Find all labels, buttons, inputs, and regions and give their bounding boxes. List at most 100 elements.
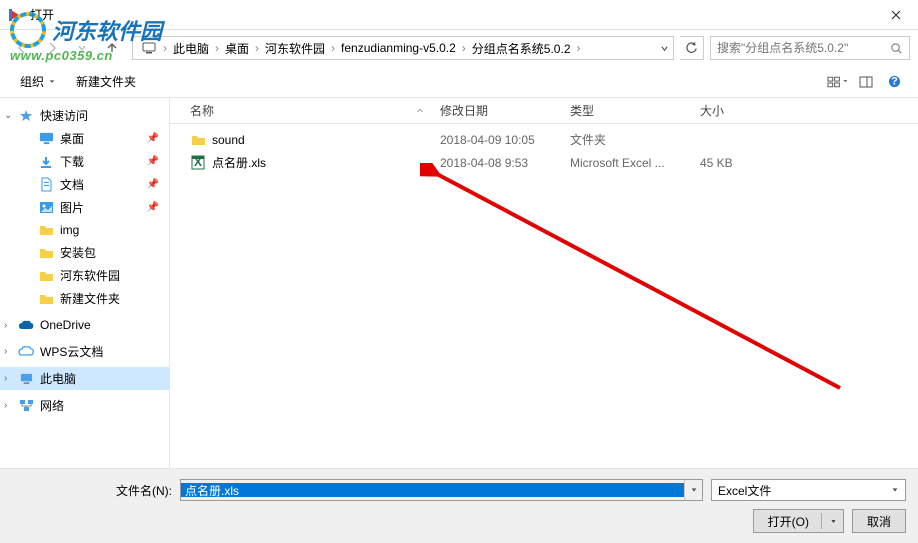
chevron-down-icon[interactable]	[660, 44, 669, 53]
sidebar-item-downloads[interactable]: 下载📌	[0, 150, 169, 173]
sidebar-network[interactable]: › 网络	[0, 394, 169, 417]
close-button[interactable]	[873, 0, 918, 30]
breadcrumb-sep-icon: ›	[161, 41, 169, 55]
crumb-desktop[interactable]: 桌面	[221, 40, 253, 57]
column-headers: 名称 修改日期 类型 大小	[170, 98, 918, 124]
chevron-down-icon	[830, 518, 837, 525]
file-name: 点名册.xls	[212, 154, 266, 171]
collapse-icon: ⌄	[4, 110, 12, 121]
chevron-down-icon	[48, 78, 56, 86]
file-date: 2018-04-08 9:53	[432, 156, 562, 170]
file-row[interactable]: X 点名册.xls 2018-04-08 9:53 Microsoft Exce…	[170, 151, 918, 174]
star-icon	[18, 108, 34, 124]
help-button[interactable]: ?	[882, 72, 906, 92]
filename-label: 文件名(N):	[12, 482, 172, 499]
pin-icon: 📌	[147, 156, 159, 167]
sidebar-item-install[interactable]: 安装包	[0, 241, 169, 264]
col-header-name[interactable]: 名称	[182, 102, 432, 119]
refresh-icon	[685, 42, 698, 55]
filename-combo[interactable]	[180, 479, 703, 501]
expand-icon: ›	[4, 320, 7, 331]
sidebar-item-documents[interactable]: 文档📌	[0, 173, 169, 196]
filter-combo[interactable]: Excel文件	[711, 479, 906, 501]
excel-icon: X	[190, 155, 206, 171]
file-size: 45 KB	[692, 156, 772, 170]
search-icon	[890, 42, 903, 55]
file-date: 2018-04-09 10:05	[432, 133, 562, 147]
recent-button[interactable]	[68, 36, 96, 60]
expand-icon: ›	[4, 373, 7, 384]
download-icon	[38, 154, 54, 170]
crumb-folder3[interactable]: 分组点名系统5.0.2	[468, 40, 575, 57]
sidebar: ⌄ 快速访问 桌面📌 下载📌 文档📌 图片📌 i	[0, 98, 170, 468]
preview-pane-button[interactable]	[854, 72, 878, 92]
sidebar-item-img[interactable]: img	[0, 219, 169, 241]
pin-icon: 📌	[147, 133, 159, 144]
sidebar-wps[interactable]: › WPS云文档	[0, 340, 169, 363]
arrow-right-icon	[45, 41, 59, 55]
expand-icon: ›	[4, 400, 7, 411]
col-header-type[interactable]: 类型	[562, 102, 692, 119]
back-button[interactable]	[8, 36, 36, 60]
document-icon	[38, 177, 54, 193]
arrow-left-icon	[15, 41, 29, 55]
onedrive-icon	[18, 317, 34, 333]
sidebar-quick-access[interactable]: ⌄ 快速访问	[0, 104, 169, 127]
crumb-folder2[interactable]: fenzudianming-v5.0.2	[337, 41, 460, 55]
file-row[interactable]: sound 2018-04-09 10:05 文件夹	[170, 128, 918, 151]
window-title: 打开	[30, 6, 873, 23]
col-header-size[interactable]: 大小	[692, 102, 772, 119]
sidebar-item-hedong[interactable]: 河东软件园	[0, 264, 169, 287]
crumb-folder1[interactable]: 河东软件园	[261, 40, 329, 57]
toolbar: 组织 新建文件夹 ?	[0, 66, 918, 98]
picture-icon	[38, 200, 54, 216]
svg-text:?: ?	[891, 75, 898, 87]
refresh-button[interactable]	[680, 36, 704, 60]
folder-icon	[38, 245, 54, 261]
sidebar-item-pictures[interactable]: 图片📌	[0, 196, 169, 219]
view-options-button[interactable]	[826, 72, 850, 92]
folder-icon	[38, 268, 54, 284]
footer: 文件名(N): Excel文件 打开(O) 取消	[0, 468, 918, 543]
new-folder-button[interactable]: 新建文件夹	[68, 69, 144, 94]
up-button[interactable]	[98, 36, 126, 60]
file-name: sound	[212, 133, 245, 147]
pc-icon	[141, 41, 157, 55]
expand-icon: ›	[4, 346, 7, 357]
close-icon	[891, 10, 901, 20]
search-box[interactable]	[710, 36, 910, 60]
folder-icon	[38, 291, 54, 307]
network-icon	[18, 398, 34, 414]
folder-icon	[190, 132, 206, 148]
sidebar-onedrive[interactable]: › OneDrive	[0, 314, 169, 336]
cancel-button[interactable]: 取消	[852, 509, 906, 533]
crumb-thispc[interactable]: 此电脑	[169, 40, 213, 57]
file-type: 文件夹	[562, 131, 692, 148]
col-header-date[interactable]: 修改日期	[432, 102, 562, 119]
sidebar-thispc[interactable]: › 此电脑	[0, 367, 169, 390]
app-icon	[8, 7, 24, 23]
sidebar-item-desktop[interactable]: 桌面📌	[0, 127, 169, 150]
navbar: › 此电脑 › 桌面 › 河东软件园 › fenzudianming-v5.0.…	[0, 30, 918, 66]
chevron-down-icon	[77, 43, 87, 53]
filename-input[interactable]	[181, 483, 684, 497]
filename-dropdown[interactable]	[684, 480, 702, 500]
help-icon: ?	[888, 75, 901, 88]
desktop-icon	[38, 131, 54, 147]
cloud-icon	[18, 344, 34, 360]
pin-icon: 📌	[147, 179, 159, 190]
file-type: Microsoft Excel ...	[562, 156, 692, 170]
open-button[interactable]: 打开(O)	[753, 509, 844, 533]
organize-menu[interactable]: 组织	[12, 69, 64, 94]
chevron-down-icon	[891, 486, 899, 494]
forward-button[interactable]	[38, 36, 66, 60]
pc-icon	[18, 371, 34, 387]
sidebar-item-newfolder[interactable]: 新建文件夹	[0, 287, 169, 310]
titlebar: 打开	[0, 0, 918, 30]
search-input[interactable]	[717, 41, 886, 55]
chevron-down-icon	[842, 78, 849, 85]
pin-icon: 📌	[147, 202, 159, 213]
file-list: 名称 修改日期 类型 大小 sound 2018-04-09 10:05 文件夹…	[170, 98, 918, 468]
breadcrumb[interactable]: › 此电脑 › 桌面 › 河东软件园 › fenzudianming-v5.0.…	[132, 36, 674, 60]
svg-text:X: X	[194, 155, 202, 169]
